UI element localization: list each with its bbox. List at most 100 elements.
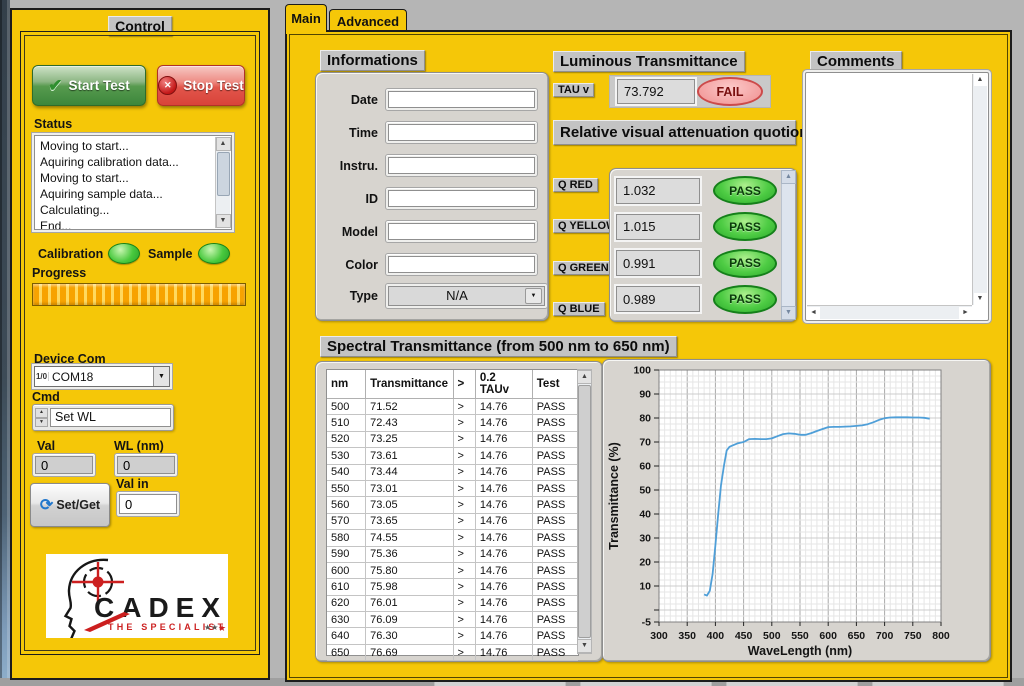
status-item[interactable]: End... (37, 218, 214, 229)
status-scrollbar[interactable]: ▲ ▼ (215, 137, 230, 228)
comments-vscrollbar[interactable]: ▲ ▼ (972, 74, 987, 305)
field-label: ID (316, 192, 385, 206)
scroll-up-icon[interactable]: ▲ (974, 74, 987, 86)
table-cell: > (453, 546, 475, 562)
table-row[interactable]: 58074.55>14.76PASS (327, 530, 578, 546)
spectral-table[interactable]: nmTransmittance>0.2 TAUvTest 50071.52>14… (326, 369, 579, 656)
table-cell: 14.76 (475, 513, 532, 529)
cmd-spinner[interactable]: ▲ ▼ (35, 408, 48, 427)
scroll-thumb[interactable] (578, 385, 591, 638)
wl-input[interactable] (117, 456, 175, 474)
calibration-led (108, 243, 140, 264)
status-item[interactable]: Aquiring calibration data... (37, 154, 214, 170)
table-cell: 14.76 (475, 530, 532, 546)
table-cell: 570 (327, 513, 366, 529)
type-dropdown[interactable]: N/A ▼ (385, 283, 548, 309)
comments-hscrollbar[interactable]: ◄ ► (807, 305, 972, 319)
attenuation-scrollbar[interactable]: ▲ ▼ (781, 170, 795, 320)
table-row[interactable]: 51072.43>14.76PASS (327, 415, 578, 431)
table-cell: PASS (532, 612, 578, 628)
date-field-frame (385, 88, 538, 111)
table-header-row: nmTransmittance>0.2 TAUvTest (327, 370, 578, 399)
scroll-left-icon[interactable]: ◄ (807, 307, 820, 319)
svg-text:300: 300 (650, 630, 668, 642)
model-input[interactable] (388, 223, 535, 240)
scroll-up-icon[interactable]: ▲ (577, 370, 592, 384)
table-scrollbar[interactable]: ▲ ▼ (577, 369, 592, 654)
tab-main[interactable]: Main (285, 4, 327, 32)
table-cell: > (453, 513, 475, 529)
status-item[interactable]: Aquiring sample data... (37, 186, 214, 202)
table-cell: 14.76 (475, 595, 532, 611)
scroll-up-icon[interactable]: ▲ (216, 137, 231, 151)
status-listbox[interactable]: Moving to start...Aquiring calibration d… (34, 135, 232, 230)
table-cell: > (453, 644, 475, 660)
svg-text:80: 80 (639, 413, 651, 425)
scroll-down-icon[interactable]: ▼ (577, 639, 592, 653)
table-row[interactable]: 59075.36>14.76PASS (327, 546, 578, 562)
desktop-edge-strip (0, 0, 10, 686)
id-input[interactable] (388, 190, 535, 207)
table-cell: PASS (532, 415, 578, 431)
table-header-cell: Transmittance (366, 370, 453, 399)
scroll-right-icon[interactable]: ► (959, 307, 972, 319)
spinner-up-icon[interactable]: ▲ (35, 408, 48, 418)
table-row[interactable]: 55073.01>14.76PASS (327, 480, 578, 496)
informations-group: DateTimeInstru.IDModelColor Type N/A ▼ (315, 72, 549, 321)
set-get-button[interactable]: ⟳ Set/Get (30, 483, 110, 527)
device-com-combobox[interactable]: 1/0 COM18 ▼ (34, 366, 170, 387)
comments-textarea[interactable] (808, 75, 972, 305)
val-in-input[interactable] (119, 494, 177, 514)
table-cell: 14.76 (475, 431, 532, 447)
table-cell: PASS (532, 628, 578, 644)
table-cell: 550 (327, 480, 366, 496)
table-row[interactable]: 61075.98>14.76PASS (327, 579, 578, 595)
q-row: 0.989PASS (616, 283, 777, 316)
q-rows: 1.032PASS1.015PASS0.991PASS0.989PASS (616, 174, 777, 316)
start-test-button[interactable]: ✔ Start Test (32, 65, 146, 106)
scroll-down-icon[interactable]: ▼ (216, 214, 231, 228)
status-item[interactable]: Moving to start... (37, 170, 214, 186)
comments-box[interactable]: ▲ ▼ ◄ ► (805, 72, 989, 321)
val-label: Val (37, 439, 55, 453)
type-dropdown-icon[interactable]: ▼ (525, 288, 542, 304)
instru-input[interactable] (388, 157, 535, 174)
tau-label: TAU v (553, 83, 594, 97)
val-input[interactable] (35, 456, 93, 474)
table-row[interactable]: 54073.44>14.76PASS (327, 464, 578, 480)
table-row[interactable]: 62076.01>14.76PASS (327, 595, 578, 611)
combo-dropdown-icon[interactable]: ▼ (153, 367, 169, 386)
table-row[interactable]: 53073.61>14.76PASS (327, 448, 578, 464)
table-cell: > (453, 464, 475, 480)
scroll-thumb[interactable] (217, 152, 230, 196)
table-cell: 71.52 (366, 399, 453, 415)
table-cell: 76.30 (366, 628, 453, 644)
cmd-value[interactable]: Set WL (50, 408, 171, 427)
date-input[interactable] (388, 91, 535, 108)
svg-text:Transmittance (%): Transmittance (%) (607, 442, 621, 550)
scroll-down-icon[interactable]: ▼ (781, 306, 796, 320)
table-row[interactable]: 52073.25>14.76PASS (327, 431, 578, 447)
cmd-control[interactable]: ▲ ▼ Set WL (32, 404, 174, 431)
time-input[interactable] (388, 124, 535, 141)
progress-label: Progress (32, 266, 86, 280)
scroll-down-icon[interactable]: ▼ (974, 293, 987, 305)
table-cell: PASS (532, 480, 578, 496)
start-test-label: Start Test (68, 78, 129, 93)
color-input[interactable] (388, 256, 535, 273)
table-cell: > (453, 628, 475, 644)
progress-bar (32, 283, 246, 306)
status-item[interactable]: Calculating... (37, 202, 214, 218)
table-row[interactable]: 60075.80>14.76PASS (327, 562, 578, 578)
stop-test-button[interactable]: ✕ Stop Test (157, 65, 245, 106)
attenuation-title: Relative visual attenuation quotion (553, 120, 796, 145)
scroll-up-icon[interactable]: ▲ (781, 170, 796, 184)
status-item[interactable]: Moving to start... (37, 138, 214, 154)
table-row[interactable]: 63076.09>14.76PASS (327, 612, 578, 628)
table-row[interactable]: 56073.05>14.76PASS (327, 497, 578, 513)
table-row[interactable]: 65076.69>14.76PASS (327, 644, 578, 660)
table-row[interactable]: 50071.52>14.76PASS (327, 399, 578, 415)
table-row[interactable]: 64076.30>14.76PASS (327, 628, 578, 644)
spinner-down-icon[interactable]: ▼ (35, 418, 48, 428)
table-row[interactable]: 57073.65>14.76PASS (327, 513, 578, 529)
